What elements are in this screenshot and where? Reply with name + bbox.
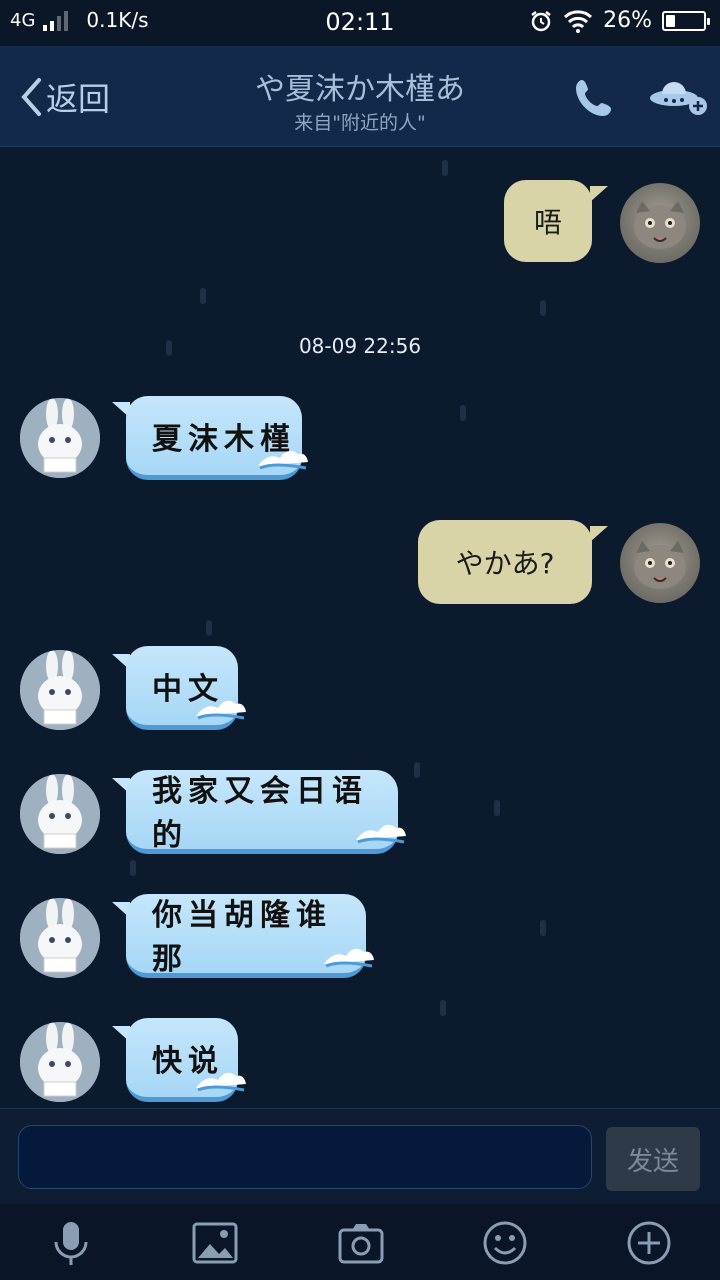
background-decoration <box>540 300 546 316</box>
my-avatar[interactable] <box>620 183 700 263</box>
contact-avatar[interactable] <box>20 398 100 478</box>
background-decoration <box>442 160 448 176</box>
rabbit-avatar-image <box>20 650 100 730</box>
background-decoration <box>200 288 206 304</box>
message-input[interactable] <box>18 1125 592 1189</box>
rabbit-avatar-image <box>20 774 100 854</box>
status-right: 26% <box>529 8 710 33</box>
message-text: 唔 <box>533 206 562 239</box>
bottom-toolbar <box>0 1204 720 1280</box>
send-button[interactable]: 发送 <box>606 1127 700 1191</box>
ufo-add-icon <box>650 82 707 115</box>
emoji-icon[interactable] <box>480 1218 530 1268</box>
chat-header: 返回 や夏沫か木槿あ 来自"附近的人" <box>0 46 720 147</box>
wave-decoration-icon <box>196 700 246 720</box>
composer-bar: 发送 <box>0 1108 720 1205</box>
bubble-tail <box>590 526 608 542</box>
camera-icon[interactable] <box>336 1218 386 1268</box>
battery-percent: 26% <box>603 8 652 33</box>
background-decoration <box>206 620 212 636</box>
message-text: やかあ? <box>455 547 555 580</box>
bubble-tail <box>590 186 608 202</box>
wave-decoration-icon <box>258 450 308 470</box>
contact-avatar[interactable] <box>20 774 100 854</box>
rabbit-avatar-image <box>20 398 100 478</box>
contact-avatar[interactable] <box>20 898 100 978</box>
background-decoration <box>494 800 500 816</box>
call-button[interactable] <box>572 76 616 120</box>
status-bar: 4G 0.1K/s 02:11 26% <box>0 0 720 46</box>
cat-avatar-image <box>634 541 686 589</box>
wifi-icon <box>564 9 593 33</box>
background-decoration <box>460 405 466 421</box>
contact-avatar[interactable] <box>20 1022 100 1102</box>
background-decoration <box>440 1000 446 1016</box>
plus-icon[interactable] <box>624 1218 674 1268</box>
alarm-icon <box>531 10 551 31</box>
background-decoration <box>540 920 546 936</box>
my-avatar[interactable] <box>620 523 700 603</box>
wave-decoration-icon <box>196 1072 246 1092</box>
image-icon[interactable] <box>190 1218 240 1268</box>
battery-fill <box>666 14 676 27</box>
rabbit-avatar-image <box>20 898 100 978</box>
battery-icon <box>662 10 710 31</box>
outgoing-message-bubble[interactable]: 唔 <box>504 180 592 262</box>
wave-decoration-icon <box>356 824 406 844</box>
contact-avatar[interactable] <box>20 650 100 730</box>
phone-icon <box>576 80 611 116</box>
background-decoration <box>414 762 420 778</box>
outgoing-message-bubble[interactable]: やかあ? <box>418 520 592 604</box>
cat-avatar-image <box>634 201 686 249</box>
rabbit-avatar-image <box>20 1022 100 1102</box>
add-friend-button[interactable] <box>648 76 710 120</box>
background-decoration <box>130 860 136 876</box>
microphone-icon[interactable] <box>46 1218 96 1268</box>
wave-decoration-icon <box>324 948 374 968</box>
message-timestamp: 08-09 22:56 <box>298 334 422 358</box>
